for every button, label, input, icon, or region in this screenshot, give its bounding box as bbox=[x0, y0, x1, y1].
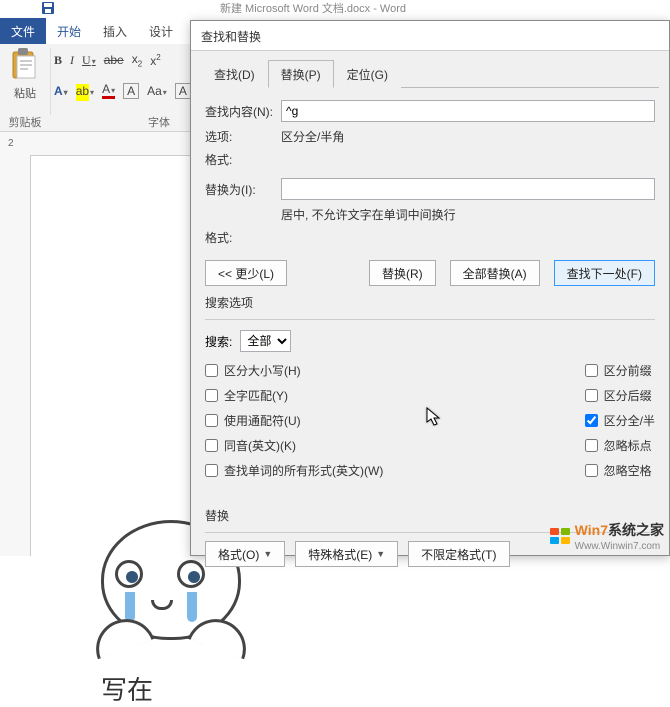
checks-right: 区分前缀 区分后缀 区分全/半 忽略标点 忽略空格 bbox=[585, 362, 655, 479]
dialog-body: 查找内容(N): 选项: 区分全/半角 格式: 替换为(I): 居中, 不允许文… bbox=[191, 88, 669, 577]
check-wildcards[interactable]: 使用通配符(U) bbox=[205, 412, 383, 429]
strikethrough-button[interactable]: abe bbox=[104, 53, 124, 67]
replace-input[interactable] bbox=[281, 178, 655, 200]
paste-label: 粘贴 bbox=[2, 85, 48, 101]
replace-all-button[interactable]: 全部替换(A) bbox=[450, 260, 540, 286]
tab-design[interactable]: 设计 bbox=[138, 18, 184, 44]
title-bar: 新建 Microsoft Word 文档.docx - Word bbox=[0, 0, 670, 18]
find-replace-dialog: 查找和替换 查找(D) 替换(P) 定位(G) 查找内容(N): 选项: 区分全… bbox=[190, 20, 670, 556]
dialog-title: 查找和替换 bbox=[191, 21, 669, 51]
italic-button[interactable]: I bbox=[70, 53, 74, 68]
cartoon-caption: 写在 bbox=[101, 670, 301, 707]
ribbon-separator bbox=[50, 48, 51, 115]
check-ignore-space[interactable]: 忽略空格 bbox=[585, 462, 655, 479]
clipboard-group-label: 剪贴板 bbox=[4, 114, 46, 130]
check-full-half[interactable]: 区分全/半 bbox=[585, 412, 655, 429]
check-ignore-punct[interactable]: 忽略标点 bbox=[585, 437, 655, 454]
search-direction-select[interactable]: 全部 bbox=[240, 330, 291, 352]
paste-group[interactable]: 粘贴 bbox=[2, 48, 48, 101]
subscript-button[interactable]: x2 bbox=[132, 52, 142, 68]
check-whole-word[interactable]: 全字匹配(Y) bbox=[205, 387, 383, 404]
text-effects-button[interactable]: A▾ bbox=[54, 84, 68, 98]
tab-insert[interactable]: 插入 bbox=[92, 18, 138, 44]
dialog-tabs: 查找(D) 替换(P) 定位(G) bbox=[201, 59, 659, 88]
search-options-label: 搜索选项 bbox=[205, 294, 655, 311]
file-tab[interactable]: 文件 bbox=[0, 18, 46, 44]
no-format-button[interactable]: 不限定格式(T) bbox=[408, 541, 509, 567]
replace-label: 替换为(I): bbox=[205, 181, 281, 198]
replace-format-label: 格式: bbox=[205, 229, 281, 246]
tab-find[interactable]: 查找(D) bbox=[201, 60, 268, 88]
watermark-url: Www.Winwin7.com bbox=[575, 541, 661, 552]
replace-button[interactable]: 替换(R) bbox=[369, 260, 436, 286]
paste-icon bbox=[2, 48, 48, 83]
watermark-brand: Win7系统之家 bbox=[575, 522, 664, 538]
less-button[interactable]: << 更少(L) bbox=[205, 260, 287, 286]
checks-left: 区分大小写(H) 全字匹配(Y) 使用通配符(U) 同音(英文)(K) 查找单词… bbox=[205, 362, 383, 479]
window-title: 新建 Microsoft Word 文档.docx - Word bbox=[220, 3, 406, 15]
font-row1: B I U▾ abe x2 x2 bbox=[54, 52, 161, 68]
ruler-number: 2 bbox=[8, 138, 14, 149]
options-label: 选项: bbox=[205, 128, 281, 145]
char-shading-button[interactable]: A bbox=[123, 83, 139, 99]
font-group-label: 字体 bbox=[148, 114, 170, 130]
check-match-case[interactable]: 区分大小写(H) bbox=[205, 362, 383, 379]
enclose-chars-button[interactable]: Aa▾ bbox=[147, 84, 167, 98]
search-direction-label: 搜索: bbox=[205, 333, 232, 350]
underline-button[interactable]: U▾ bbox=[82, 53, 96, 68]
tab-home[interactable]: 开始 bbox=[46, 18, 92, 44]
special-button[interactable]: 特殊格式(E)▼ bbox=[295, 541, 398, 567]
highlight-button[interactable]: ab▾ bbox=[76, 84, 94, 98]
replace-note: 居中, 不允许文字在单词中间换行 bbox=[281, 206, 655, 223]
windows-flag-icon bbox=[549, 527, 571, 545]
char-border-button[interactable]: A bbox=[175, 83, 191, 99]
options-value: 区分全/半角 bbox=[281, 128, 655, 145]
find-label: 查找内容(N): bbox=[205, 103, 281, 120]
find-next-button[interactable]: 查找下一处(F) bbox=[554, 260, 655, 286]
tab-replace[interactable]: 替换(P) bbox=[268, 60, 334, 88]
check-word-forms[interactable]: 查找单词的所有形式(英文)(W) bbox=[205, 462, 383, 479]
check-prefix[interactable]: 区分前缀 bbox=[585, 362, 655, 379]
check-sounds-like[interactable]: 同音(英文)(K) bbox=[205, 437, 383, 454]
font-color-button[interactable]: A▾ bbox=[102, 82, 115, 99]
tab-goto[interactable]: 定位(G) bbox=[334, 60, 401, 88]
check-suffix[interactable]: 区分后缀 bbox=[585, 387, 655, 404]
save-icon[interactable] bbox=[42, 2, 54, 14]
font-row2: A▾ ab▾ A▾ A Aa▾ A bbox=[54, 82, 191, 99]
watermark: Win7系统之家 Www.Winwin7.com bbox=[549, 520, 664, 552]
superscript-button[interactable]: x2 bbox=[150, 53, 160, 68]
find-format-label: 格式: bbox=[205, 151, 281, 168]
format-button[interactable]: 格式(O)▼ bbox=[205, 541, 285, 567]
find-input[interactable] bbox=[281, 100, 655, 122]
bold-button[interactable]: B bbox=[54, 53, 62, 68]
